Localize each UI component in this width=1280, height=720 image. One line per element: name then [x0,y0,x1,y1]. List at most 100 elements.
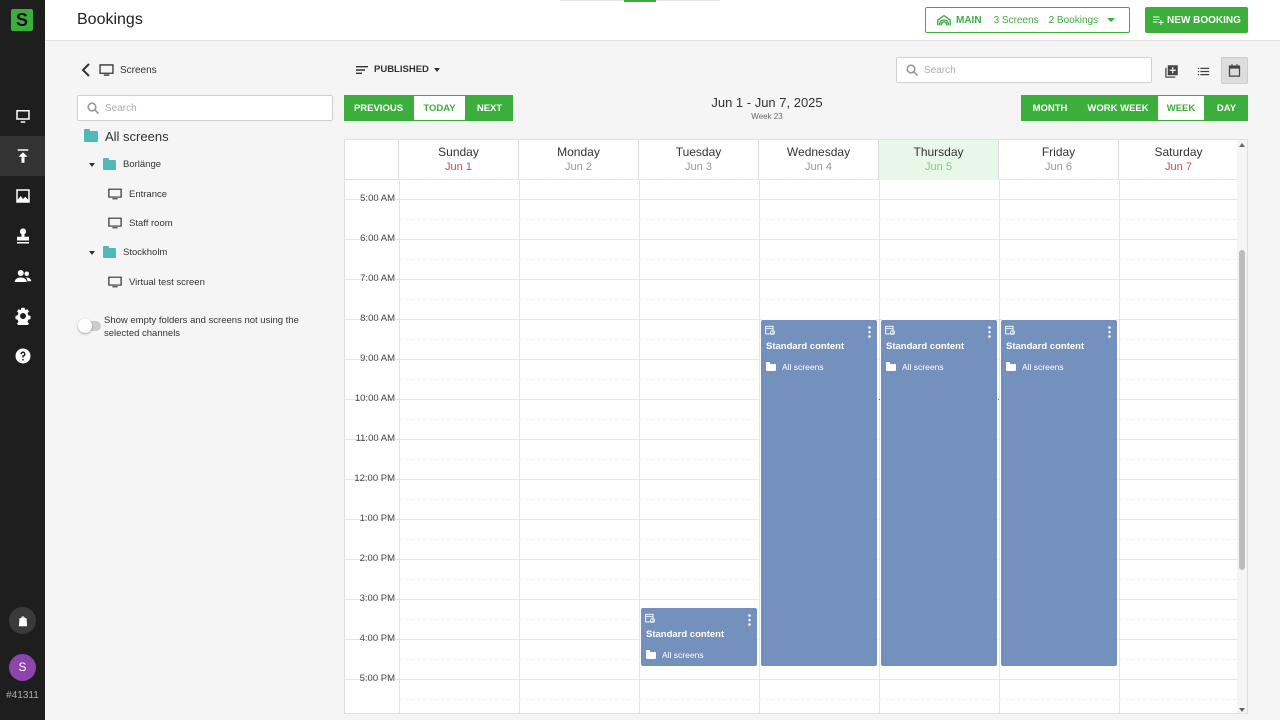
calendar-view-button[interactable] [1221,57,1248,84]
calendar-header: Sunday Jun 1 Monday Jun 2 Tuesday Jun 3 Wednes… [345,140,1239,180]
gear-icon [15,307,30,325]
time-label: 2:00 PM [359,553,395,564]
scroll-down-icon[interactable] [1239,708,1245,712]
more-vert-icon[interactable] [868,325,871,338]
back-button[interactable] [80,63,92,77]
scroll-up-icon[interactable] [1239,143,1245,147]
time-label: 10:00 AM [354,393,395,404]
scrollbar-thumb[interactable] [1239,250,1245,570]
caret-down-icon[interactable] [89,162,95,167]
stamp-icon [16,228,29,244]
previous-button[interactable]: PREVIOUS [344,95,413,121]
booking-event[interactable]: Standard content All screens [1000,319,1118,667]
more-vert-icon[interactable] [1108,325,1111,338]
view-work-week-button[interactable]: WORK WEEK [1079,95,1157,121]
rail-help-icon[interactable] [0,336,45,376]
screens-search-input[interactable] [105,102,305,114]
channel-bookings-count: 2 Bookings [1048,14,1099,26]
day-date: Jun 6 [1045,161,1072,173]
grid-half-hour-line [399,179,1238,180]
caret-down-icon[interactable] [89,250,95,255]
booking-location-label: All screens [1022,362,1064,372]
grid-hour-line [345,199,1238,200]
app-logo[interactable]: S [11,9,33,31]
tree-item-virtual-test-screen[interactable]: Virtual test screen [108,276,205,288]
booking-location: All screens [886,361,944,372]
day-header-saturday[interactable]: Saturday Jun 7 [1119,140,1239,180]
grid-half-hour-line [399,699,1238,700]
folder-icon [1006,361,1016,371]
tree-item-stockholm[interactable]: Stockholm [89,245,167,258]
rail-screens-icon[interactable] [0,96,45,136]
breadcrumb-label: Screens [120,64,157,76]
search-icon [906,64,918,76]
calendar-clock-icon [885,325,895,335]
status-filter-dropdown[interactable]: PUBLISHED [356,64,440,75]
tree-item-all-screens[interactable]: All screens [84,129,169,144]
grid-hour-line [345,279,1238,280]
day-header-tuesday[interactable]: Tuesday Jun 3 [639,140,759,180]
rail-stamp-icon[interactable] [0,216,45,256]
show-empty-toggle[interactable] [78,319,101,333]
today-button[interactable]: TODAY [413,95,466,121]
day-name: Saturday [1154,145,1203,159]
shopping-bag-icon[interactable] [9,607,36,634]
time-label: 3:00 PM [359,593,395,604]
day-date: Jun 2 [565,161,592,173]
avatar[interactable]: S [9,654,36,681]
day-date: Jun 4 [805,161,832,173]
list-view-button[interactable] [1191,59,1215,83]
view-month-button[interactable]: MONTH [1021,95,1079,121]
bookings-search-input[interactable] [924,64,1124,76]
tree-item-borlange[interactable]: Borlänge [89,157,161,170]
add-to-library-button[interactable] [1159,59,1183,83]
bag-icon [18,615,27,626]
day-date: Jun 1 [445,161,472,173]
monitor-icon [99,64,114,76]
rail-bookings-icon[interactable] [0,136,45,176]
day-header-monday[interactable]: Monday Jun 2 [519,140,639,180]
booking-event[interactable]: Standard content All screens [880,319,998,667]
channel-selector[interactable]: MAIN 3 Screens 2 Bookings [925,7,1130,33]
booking-event[interactable]: Standard content All screens [640,607,758,667]
day-header-sunday[interactable]: Sunday Jun 1 [399,140,519,180]
calendar-scrollbar[interactable] [1237,140,1247,713]
time-label: 5:00 AM [360,193,395,204]
booking-event[interactable]: Standard content All screens [760,319,878,667]
booking-title: Standard content [646,629,725,640]
monitor-icon [108,217,122,229]
time-label: 12:00 PM [354,473,395,484]
day-header-wednesday[interactable]: Wednesday Jun 4 [759,140,879,180]
grid-column-line [1119,180,1120,713]
view-day-button[interactable]: DAY [1205,95,1248,121]
day-header-friday[interactable]: Friday Jun 6 [999,140,1119,180]
more-vert-icon[interactable] [988,325,991,338]
folder-icon [103,157,116,170]
screens-search[interactable] [77,95,333,121]
tree-item-staff-room[interactable]: Staff room [108,217,173,229]
rail-media-icon[interactable] [0,176,45,216]
calendar-icon [1228,64,1241,77]
booking-title: Standard content [766,341,845,352]
tree-item-entrance[interactable]: Entrance [108,188,167,200]
view-week-button[interactable]: WEEK [1157,95,1205,121]
day-header-thursday[interactable]: Thursday Jun 5 [879,140,999,180]
calendar-clock-icon [645,613,655,623]
breadcrumb[interactable]: Screens [99,64,157,76]
chevron-down-icon [1107,18,1115,22]
new-booking-button[interactable]: NEW BOOKING [1145,7,1248,33]
rail-settings-icon[interactable] [0,296,45,336]
booking-title: Standard content [886,341,965,352]
rail-users-icon[interactable] [0,256,45,296]
calendar-grid[interactable]: 5:00 AM 6:00 AM 7:00 AM 8:00 AM 9:00 AM 10:00… [345,179,1240,713]
bookings-search[interactable] [896,57,1152,83]
next-button[interactable]: NEXT [466,95,513,121]
library-add-icon [1164,64,1178,78]
more-vert-icon[interactable] [748,613,751,626]
time-label: 1:00 PM [359,513,395,524]
date-range-title: Jun 1 - Jun 7, 2025 [711,95,823,110]
grid-half-hour-line [399,219,1238,220]
day-name: Wednesday [786,145,851,159]
view-switcher: MONTH WORK WEEK WEEK DAY [1021,95,1248,121]
day-date: Jun 5 [925,161,952,173]
